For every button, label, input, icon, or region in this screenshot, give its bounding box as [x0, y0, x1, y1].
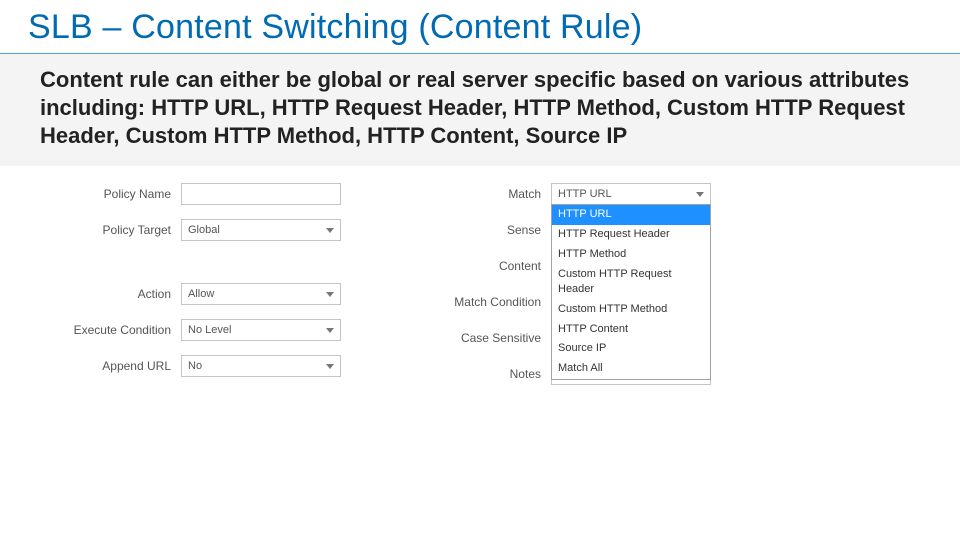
- select-execute-condition[interactable]: No Level: [181, 319, 341, 341]
- row-append-url: Append URL No: [66, 354, 341, 378]
- label-match-condition: Match Condition: [436, 295, 551, 309]
- row-content: Content: [436, 254, 551, 278]
- match-option[interactable]: Custom HTTP Request Header: [552, 265, 710, 300]
- row-execute-condition: Execute Condition No Level: [66, 318, 341, 342]
- match-option[interactable]: Source IP: [552, 339, 710, 359]
- label-policy-target: Policy Target: [66, 223, 181, 237]
- input-policy-name[interactable]: [181, 183, 341, 205]
- label-content: Content: [436, 259, 551, 273]
- match-option[interactable]: HTTP Content: [552, 320, 710, 340]
- match-option[interactable]: Match All: [552, 359, 710, 379]
- label-match: Match: [436, 187, 551, 201]
- label-policy-name: Policy Name: [66, 187, 181, 201]
- select-policy-target[interactable]: Global: [181, 219, 341, 241]
- row-sense: Sense: [436, 218, 551, 242]
- label-notes: Notes: [436, 367, 551, 381]
- description-bar: Content rule can either be global or rea…: [0, 54, 960, 166]
- label-case-sensitive: Case Sensitive: [436, 331, 551, 345]
- match-option[interactable]: HTTP Method: [552, 245, 710, 265]
- row-policy-name: Policy Name: [66, 182, 341, 206]
- page-title: SLB – Content Switching (Content Rule): [0, 0, 960, 47]
- label-append-url: Append URL: [66, 359, 181, 373]
- row-policy-target: Policy Target Global: [66, 218, 341, 242]
- match-dropdown[interactable]: HTTP URLHTTP Request HeaderHTTP MethodCu…: [551, 204, 711, 380]
- select-append-url[interactable]: No: [181, 355, 341, 377]
- form-screenshot: Policy Name Policy Target Global Action …: [66, 178, 786, 428]
- label-action: Action: [66, 287, 181, 301]
- select-match[interactable]: HTTP URL: [551, 183, 711, 205]
- match-option[interactable]: Custom HTTP Method: [552, 300, 710, 320]
- match-option[interactable]: HTTP URL: [552, 205, 710, 225]
- row-match: Match HTTP URL: [436, 182, 711, 206]
- match-option[interactable]: HTTP Request Header: [552, 225, 710, 245]
- row-action: Action Allow: [66, 282, 341, 306]
- row-match-condition: Match Condition: [436, 290, 551, 314]
- label-execute-condition: Execute Condition: [66, 323, 181, 337]
- label-sense: Sense: [436, 223, 551, 237]
- select-action[interactable]: Allow: [181, 283, 341, 305]
- slide: SLB – Content Switching (Content Rule) C…: [0, 0, 960, 540]
